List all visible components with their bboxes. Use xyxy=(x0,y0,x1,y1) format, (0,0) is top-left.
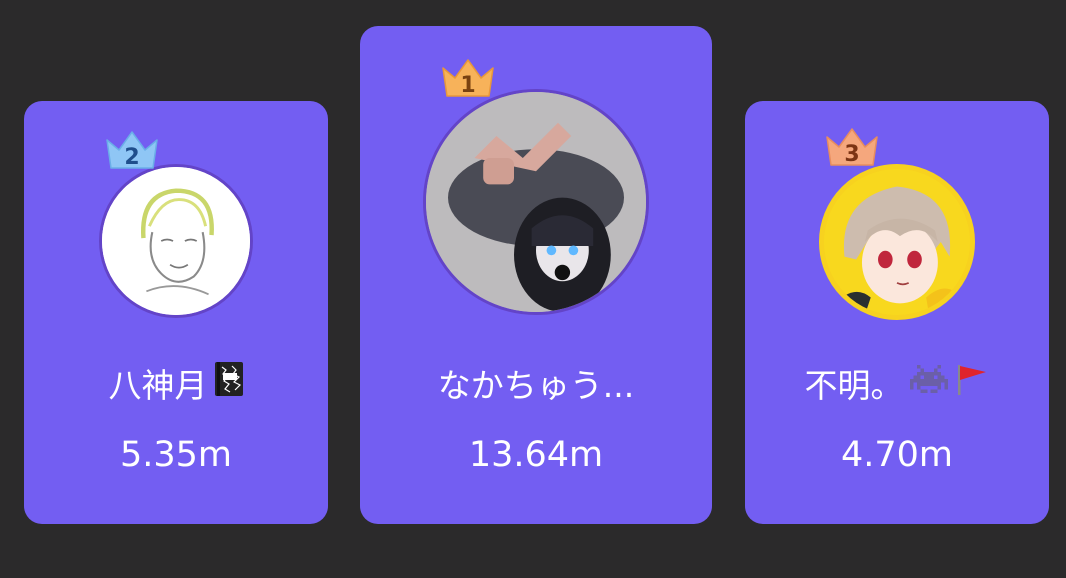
user-name: 八神月 xyxy=(108,366,208,405)
red-flag-icon xyxy=(954,361,990,405)
user-name: 不明。 xyxy=(804,366,904,405)
leaderboard-card-rank-3[interactable]: 3 不明。 4.70m xyxy=(745,101,1049,524)
user-name: なかちゅう... xyxy=(437,366,635,405)
photo-avatar-image xyxy=(426,92,646,312)
user-name-row: 不明。 xyxy=(745,359,1049,407)
avatar[interactable] xyxy=(99,164,253,318)
avatar[interactable] xyxy=(423,89,649,315)
crown-icon: 2 xyxy=(103,126,161,174)
user-name-row: なかちゅう... xyxy=(360,359,712,407)
leaderboard-card-rank-1[interactable]: 1 なかちゅう... 13.64m xyxy=(360,26,712,524)
composition-notebook-icon xyxy=(214,361,244,405)
score: 4.70m xyxy=(840,435,954,475)
rank-number: 2 xyxy=(124,145,139,170)
crown-icon: 1 xyxy=(439,54,497,102)
crown-icon: 3 xyxy=(823,123,881,171)
rank-number: 3 xyxy=(844,142,859,167)
leaderboard-card-rank-2[interactable]: 2 八神月 5.35m xyxy=(24,101,328,524)
score: 13.64m xyxy=(468,435,604,475)
anime-avatar-image xyxy=(824,169,970,315)
rank-number: 1 xyxy=(460,73,475,98)
sketch-avatar-image xyxy=(102,167,250,315)
space-invader-icon xyxy=(909,363,948,403)
avatar[interactable] xyxy=(819,164,975,320)
score: 5.35m xyxy=(119,435,233,475)
user-name-row: 八神月 xyxy=(24,359,328,407)
